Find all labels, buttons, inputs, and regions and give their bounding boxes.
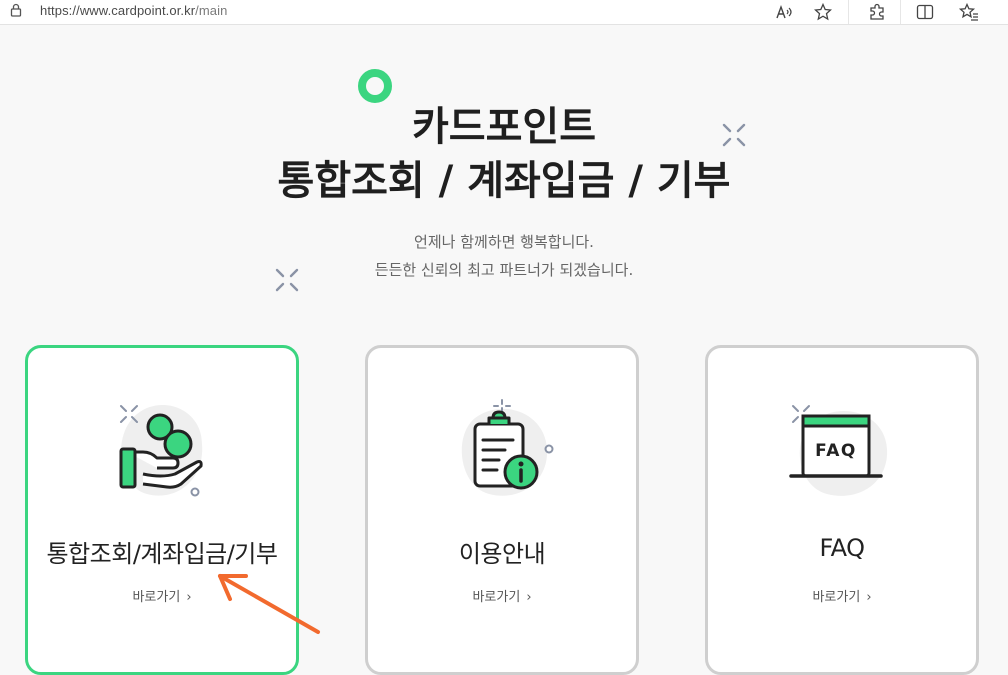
card-title: FAQ [819,534,866,562]
toolbar-divider [900,0,901,24]
read-aloud-icon[interactable] [773,1,795,23]
lock-icon[interactable] [10,2,22,22]
hero-title-line1: 카드포인트 [412,104,596,150]
favorite-star-icon[interactable] [812,1,834,23]
shortcut-link-label: 바로가기 [472,590,521,605]
toolbar-divider [848,0,849,24]
hero-subtitle-line2: 든든한 신뢰의 최고 파트너가 되겠습니다. [374,261,634,279]
shortcut-link[interactable]: 바로가기 › [708,586,976,605]
hero-title-line2: 통합조회 / 계좌입금 / 기부 [277,158,731,204]
shortcut-link[interactable]: 바로가기 › [368,586,636,605]
svg-text:FAQ: FAQ [815,441,857,461]
chevron-right-icon: › [866,590,872,605]
split-screen-icon[interactable] [914,1,936,23]
shortcut-link-label: 바로가기 [812,590,861,605]
url-path: /main [195,3,228,18]
orange-arrow-annotation [218,574,320,634]
card-faq[interactable]: FAQ FAQ 바로가기 › [705,345,979,675]
url-host: https://www.cardpoint.or.kr [40,3,196,18]
favorites-list-icon[interactable] [958,1,980,23]
shortcut-link-label: 바로가기 [132,590,181,605]
clipboard-info-icon [461,399,554,496]
extensions-icon[interactable] [866,1,888,23]
chevron-right-icon: › [526,590,532,605]
card-title: 통합조회/계좌입금/기부 [46,540,278,568]
chevron-right-icon: › [186,590,192,605]
url-text[interactable]: https://www.cardpoint.or.kr/main [40,3,227,18]
card-usage-guide[interactable]: 이용안내 바로가기 › [365,345,639,675]
card-title: 이용안내 [458,540,546,568]
hero-subtitle-line1: 언제나 함께하면 행복합니다. [414,233,594,251]
hand-coins-icon [119,405,203,497]
faq-window-icon: FAQ [789,405,888,496]
browser-address-bar: https://www.cardpoint.or.kr/main [0,0,1008,25]
